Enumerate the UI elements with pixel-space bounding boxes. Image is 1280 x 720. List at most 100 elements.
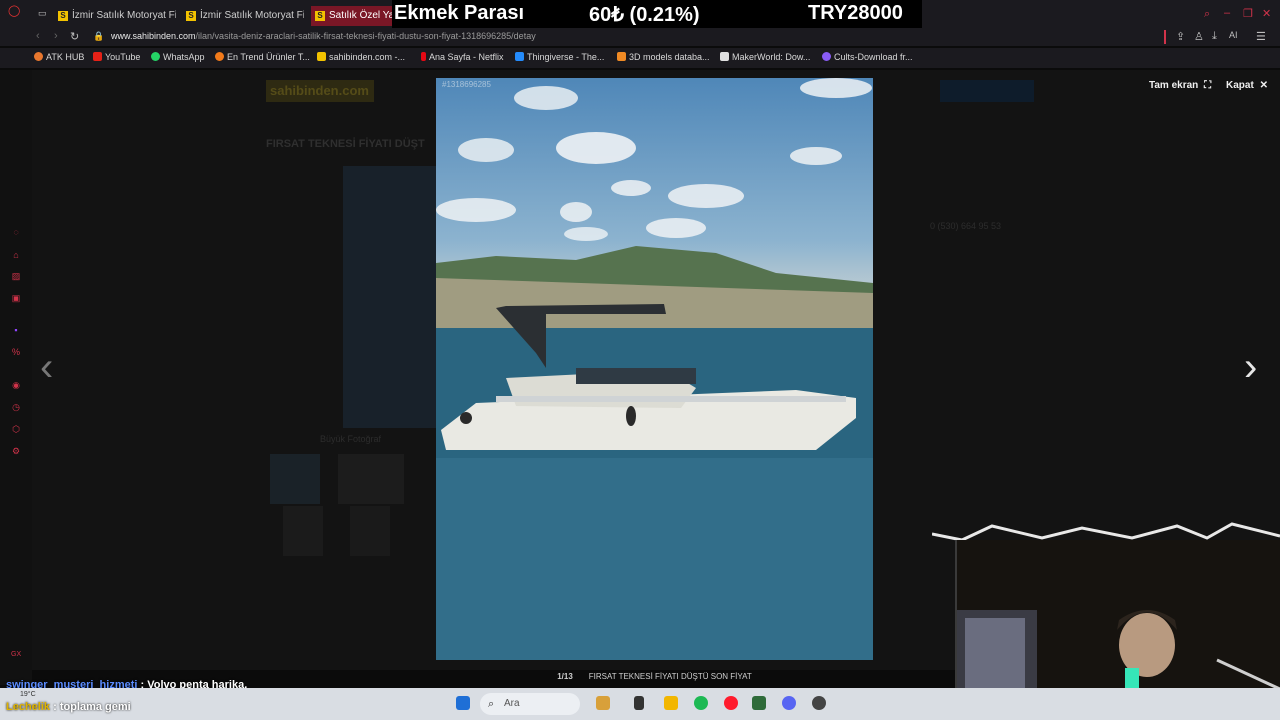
player-icon[interactable]: ◉ [11, 380, 21, 390]
weather-temp[interactable]: 19°C [20, 691, 36, 698]
thumbnail-2[interactable] [338, 454, 404, 504]
bookmark-label: ATK HUB [46, 52, 85, 62]
bookmark-label: sahibinden.com -... [329, 52, 406, 62]
listing-title: FIRSAT TEKNESİ FİYATI DÜŞT [266, 138, 425, 150]
bookmark-sahibinden[interactable]: sahibinden.com -... [317, 52, 405, 62]
browser-sidebar: ◌ ⌂ ▨ ▣ ▪ % ◉ ◷ ⬡ ⚙ GX [0, 70, 32, 685]
messenger-icon[interactable]: ▣ [11, 293, 21, 303]
bookmark-trendyol[interactable]: En Trend Ürünler T... [215, 52, 310, 62]
bookmark-makerworld[interactable]: MakerWorld: Dow... [720, 52, 810, 62]
goal-total: TRY28000 [808, 2, 903, 24]
bookmark-cults[interactable]: Cults-Download fr... [822, 52, 913, 62]
search-icon[interactable]: ⌕ [1204, 8, 1210, 21]
makerworld-icon [720, 52, 729, 61]
thumbnail-4[interactable] [350, 506, 390, 556]
bookmark-3d-models[interactable]: 3D models databa... [617, 52, 710, 62]
minimize-icon[interactable]: – [1224, 7, 1230, 19]
back-icon[interactable]: ‹ [36, 30, 40, 42]
percent-icon[interactable]: % [11, 347, 21, 357]
atk-hub-icon [34, 52, 43, 61]
seller-phone: 0 (530) 664 95 53 [930, 221, 1002, 231]
address-bar-row: ‹ › ↻ 🔒 www.sahibinden.com/ilan/vasita-d… [0, 28, 1280, 46]
fullscreen-button[interactable]: Tam ekran ⛶ [1149, 80, 1211, 91]
taskbar-search[interactable]: ⌕ Ara [480, 693, 580, 715]
previous-photo-button[interactable]: ‹ [40, 345, 53, 390]
sahibinden-favicon-icon: S [186, 11, 196, 21]
widgets-icon[interactable] [596, 696, 610, 710]
search-icon: ⌕ [488, 698, 495, 710]
bookmark-label: 3D models databa... [629, 52, 710, 62]
chat-user: Lechelik [6, 701, 51, 713]
tab-motoryat-2[interactable]: S İzmir Satılık Motoryat Fiyatl [186, 6, 304, 26]
trendyol-icon [215, 52, 224, 61]
photo-counter: 1/13 [557, 672, 573, 681]
profile-icon[interactable]: ♙ [1194, 30, 1204, 43]
lock-icon: 🔒 [93, 31, 105, 41]
menu-icon[interactable]: ☰ [1256, 30, 1266, 43]
tab-label: Satılık Özel Yap [329, 10, 393, 21]
donation-goal-overlay: Ekmek Parası 60₺ (0.21%) TRY28000 [392, 0, 922, 28]
sahibinden-favicon-icon: S [315, 11, 325, 21]
ai-icon[interactable]: AI [1229, 30, 1238, 40]
history-icon[interactable]: ◷ [11, 402, 21, 412]
settings-icon[interactable]: ⚙ [11, 446, 21, 456]
discord-icon[interactable] [782, 696, 796, 710]
bookmark-youtube[interactable]: YouTube [93, 52, 140, 62]
bookmarks-bar: ATK HUB YouTube WhatsApp En Trend Ürünle… [0, 48, 1280, 68]
task-view-icon[interactable] [634, 696, 644, 710]
bookmark-label: YouTube [105, 52, 141, 62]
bookmark-label: Cults-Download fr... [834, 52, 913, 62]
tab-grid-icon[interactable]: ▭ [38, 8, 47, 19]
url-path: /ilan/vasita-deniz-araclari-satilik-firs… [195, 31, 536, 41]
main-photo-thumb[interactable] [343, 166, 437, 428]
bookmark-atk-hub[interactable]: ATK HUB [34, 52, 84, 62]
twitch-icon[interactable]: ▪ [11, 325, 21, 335]
bookmark-label: Ana Sayfa - Netflix [429, 52, 504, 62]
download-icon[interactable]: ⤓ [1212, 30, 1217, 43]
reload-icon[interactable]: ↻ [70, 30, 79, 43]
tab-ozel-yapim[interactable]: S Satılık Özel Yap [311, 6, 393, 26]
bookmark-netflix[interactable]: Ana Sayfa - Netflix [421, 52, 504, 62]
bookmark-label: Thingiverse - The... [527, 52, 605, 62]
forward-icon[interactable]: › [54, 30, 58, 42]
url-field[interactable]: www.sahibinden.com/ilan/vasita-deniz-ara… [111, 31, 536, 41]
bookmark-whatsapp[interactable]: WhatsApp [151, 52, 205, 62]
windows-start-icon[interactable] [456, 696, 470, 710]
bag-icon[interactable]: ⌂ [11, 250, 21, 260]
extensions-icon[interactable]: ⬡ [11, 424, 21, 434]
gx-icon[interactable]: GX [11, 650, 21, 660]
app-icon[interactable] [752, 696, 766, 710]
flow-icon[interactable]: ▨ [11, 271, 21, 281]
tab-motoryat-1[interactable]: S İzmir Satılık Motoryat Fiyatl [58, 6, 176, 26]
bookmark-label: MakerWorld: Dow... [732, 52, 811, 62]
chat-message-2: Lechelik : toplama gemi [6, 701, 131, 713]
cults-icon [822, 52, 831, 61]
photo-caption-bar: 1/13 FIRSAT TEKNESİ FİYATI DÜŞTÜ SON FİYA… [436, 668, 873, 686]
obs-icon[interactable] [812, 696, 826, 710]
spotify-icon[interactable] [694, 696, 708, 710]
divider [1164, 30, 1166, 44]
thumbnail-1[interactable] [270, 454, 320, 504]
photo-id: #1318696285 [442, 80, 491, 89]
share-icon[interactable]: ⇪ [1176, 30, 1185, 43]
post-ad-button[interactable] [940, 80, 1034, 102]
sahibinden-icon [317, 52, 326, 61]
next-photo-button[interactable]: › [1244, 345, 1257, 390]
sahibinden-logo[interactable]: sahibinden.com [266, 80, 374, 102]
goal-title: Ekmek Parası [394, 2, 525, 24]
cgtrader-icon [617, 52, 626, 61]
youtube-icon [93, 52, 102, 61]
opera-logo-icon[interactable]: ◯ [8, 4, 20, 17]
sahibinden-favicon-icon: S [58, 11, 68, 21]
thumbnail-3[interactable] [283, 506, 323, 556]
aria-icon[interactable]: ◌ [11, 227, 21, 237]
opera-icon[interactable] [724, 696, 738, 710]
bookmark-thingiverse[interactable]: Thingiverse - The... [515, 52, 604, 62]
maximize-icon[interactable]: ❐ [1243, 7, 1253, 20]
big-photo-label[interactable]: Büyük Fotoğraf [320, 434, 381, 444]
whatsapp-icon [151, 52, 160, 61]
close-gallery-button[interactable]: Kapat ✕ [1226, 80, 1268, 91]
bookmark-label: WhatsApp [163, 52, 205, 62]
close-window-icon[interactable]: ✕ [1262, 7, 1271, 20]
file-explorer-icon[interactable] [664, 696, 678, 710]
